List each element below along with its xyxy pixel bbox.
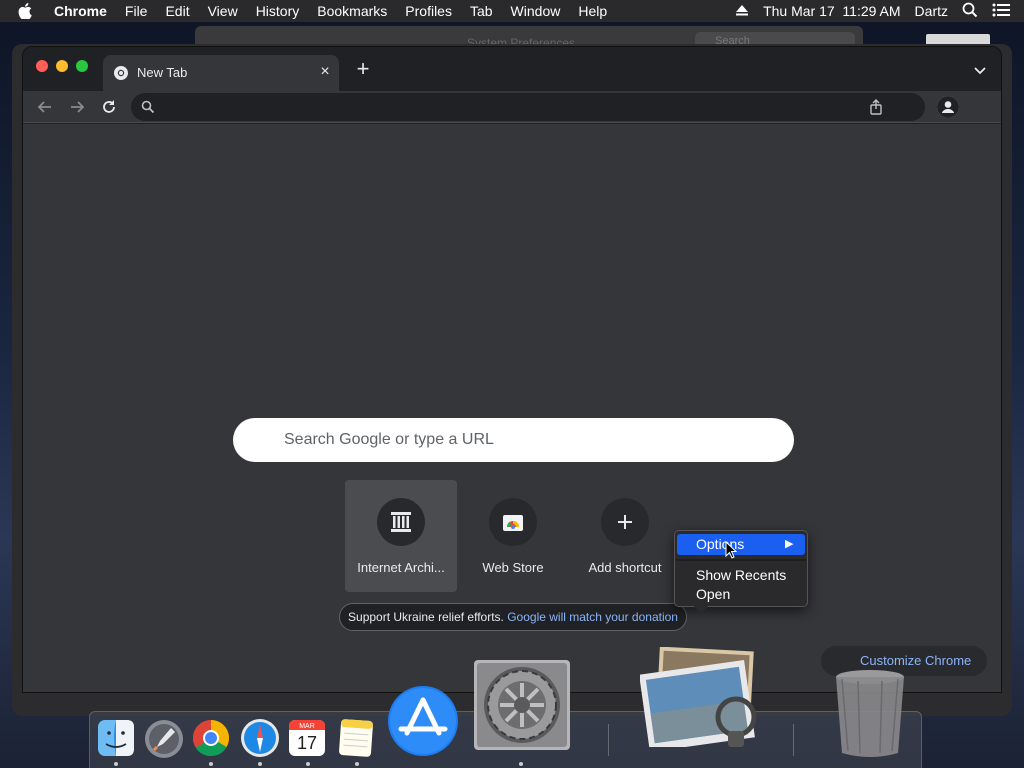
- dock-separator: [608, 724, 609, 756]
- menu-app-name[interactable]: Chrome: [54, 3, 107, 19]
- forward-arrow-icon[interactable]: [67, 97, 87, 117]
- google-search-box[interactable]: Search Google or type a URL: [233, 418, 794, 462]
- menu-file[interactable]: File: [125, 3, 148, 19]
- minimize-window-button[interactable]: [56, 60, 68, 72]
- close-tab-icon[interactable]: ×: [317, 63, 333, 81]
- plus-icon: [601, 498, 649, 546]
- archive-icon: [377, 498, 425, 546]
- running-indicator: [355, 762, 359, 766]
- menu-edit[interactable]: Edit: [165, 3, 189, 19]
- web-store-icon: [489, 498, 537, 546]
- notes-icon[interactable]: [336, 718, 376, 763]
- finder-icon[interactable]: [97, 719, 135, 762]
- menu-view[interactable]: View: [208, 3, 238, 19]
- chrome-icon[interactable]: [192, 719, 230, 762]
- zoom-window-button[interactable]: [76, 60, 88, 72]
- shortcut-label: Web Store: [482, 560, 544, 575]
- add-shortcut-button[interactable]: Add shortcut: [569, 480, 681, 592]
- shortcut-internet-archive[interactable]: Internet Archi...: [345, 480, 457, 592]
- apple-icon[interactable]: [18, 0, 38, 22]
- new-tab-button[interactable]: +: [353, 58, 373, 80]
- chrome-window: New Tab × + Search Google or type a URL …: [22, 46, 1002, 693]
- menu-bookmarks[interactable]: Bookmarks: [317, 3, 387, 19]
- calendar-icon-day: 17: [297, 733, 317, 753]
- chrome-favicon-icon: [113, 65, 129, 81]
- calendar-icon[interactable]: MAR 17: [288, 718, 326, 763]
- share-icon[interactable]: [869, 99, 883, 115]
- promo-link[interactable]: Google will match your donation: [507, 610, 678, 624]
- running-indicator: [258, 762, 262, 766]
- menu-separator: [676, 559, 806, 561]
- shortcut-web-store[interactable]: Web Store: [457, 480, 569, 592]
- running-indicator: [114, 762, 118, 766]
- close-window-button[interactable]: [36, 60, 48, 72]
- submenu-arrow-icon: ▶: [785, 538, 794, 550]
- menu-window[interactable]: Window: [511, 3, 561, 19]
- preview-icon[interactable]: [639, 646, 764, 752]
- launchpad-icon[interactable]: [144, 719, 184, 764]
- omnibox[interactable]: [131, 93, 925, 121]
- browser-toolbar: [23, 91, 1001, 123]
- running-indicator: [306, 762, 310, 766]
- tab-strip: New Tab × +: [23, 47, 1001, 91]
- eject-icon[interactable]: [735, 3, 749, 19]
- menu-tab[interactable]: Tab: [470, 3, 493, 19]
- trash-icon[interactable]: [833, 667, 907, 764]
- tab-title: New Tab: [137, 65, 188, 80]
- calendar-icon-month: MAR: [299, 723, 315, 730]
- omnibox-input[interactable]: [163, 97, 853, 117]
- menu-history[interactable]: History: [256, 3, 300, 19]
- tab-new-tab[interactable]: New Tab ×: [103, 55, 339, 91]
- tab-search-chevron-icon[interactable]: [973, 63, 987, 75]
- promo-text: Support Ukraine relief efforts.: [348, 610, 504, 624]
- running-indicator: [519, 762, 523, 766]
- omnibox-search-icon: [141, 100, 155, 114]
- reload-icon[interactable]: [99, 97, 119, 117]
- profile-avatar-icon[interactable]: [937, 96, 959, 118]
- customize-chrome-label: Customize Chrome: [860, 653, 972, 668]
- menu-profiles[interactable]: Profiles: [405, 3, 452, 19]
- ukraine-promo: Support Ukraine relief efforts. Google w…: [339, 603, 687, 631]
- back-arrow-icon[interactable]: [35, 97, 55, 117]
- safari-icon[interactable]: [240, 718, 280, 763]
- dock-context-menu: Options ▶ Show Recents Open: [674, 530, 808, 607]
- system-preferences-icon[interactable]: [473, 659, 571, 756]
- menu-bar: Chrome File Edit View History Bookmarks …: [0, 0, 1024, 22]
- shortcut-label: Add shortcut: [588, 560, 662, 575]
- dock-separator: [793, 724, 794, 756]
- running-indicator: [209, 762, 213, 766]
- spotlight-search-icon[interactable]: [962, 2, 978, 21]
- menu-item-options[interactable]: Options: [696, 536, 744, 552]
- menubar-user[interactable]: Dartz: [915, 3, 948, 19]
- context-menu-pointer: [694, 606, 708, 615]
- new-tab-page: Search Google or type a URL Internet Arc…: [23, 124, 1001, 692]
- mouse-cursor-icon: [725, 540, 738, 559]
- app-store-icon[interactable]: [387, 685, 459, 762]
- search-box-placeholder: Search Google or type a URL: [284, 431, 494, 448]
- menu-item-open[interactable]: Open: [696, 586, 730, 602]
- shortcut-label: Internet Archi...: [357, 560, 445, 575]
- menu-help[interactable]: Help: [578, 3, 607, 19]
- menu-item-show-recents[interactable]: Show Recents: [696, 567, 786, 583]
- menubar-clock[interactable]: Thu Mar 17 11:29 AM: [763, 3, 900, 19]
- control-center-icon[interactable]: [992, 3, 1010, 20]
